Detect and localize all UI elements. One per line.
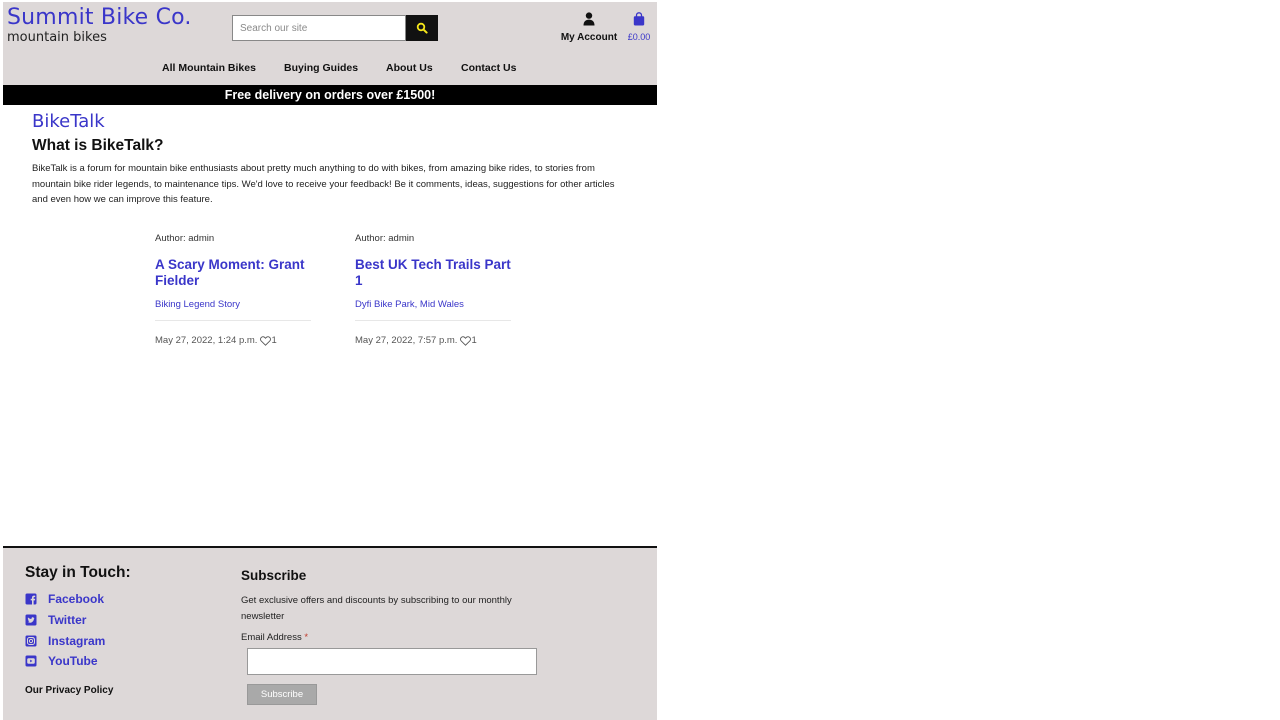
intro-text: BikeTalk is a forum for mountain bike en… <box>32 163 615 205</box>
social-link-facebook[interactable]: Facebook <box>25 589 105 610</box>
post-excerpt[interactable]: Biking Legend Story <box>155 299 311 321</box>
subscribe-heading: Subscribe <box>241 568 307 583</box>
account-link[interactable]: My Account <box>559 12 619 43</box>
social-link-twitter[interactable]: Twitter <box>25 610 105 631</box>
social-label-facebook: Facebook <box>48 592 105 607</box>
post-date: May 27, 2022, 7:57 p.m. <box>355 335 458 346</box>
social-link-youtube[interactable]: YouTube <box>25 651 105 672</box>
post-title[interactable]: Best UK Tech Trails Part 1 <box>355 257 511 289</box>
shopping-bag-link[interactable]: £0.00 <box>624 12 654 42</box>
privacy-policy-link[interactable]: Our Privacy Policy <box>25 685 113 696</box>
youtube-icon <box>25 655 37 667</box>
main-nav: All Mountain Bikes Buying Guides About U… <box>3 62 657 80</box>
email-label-text: Email Address <box>241 632 302 643</box>
social-link-instagram[interactable]: Instagram <box>25 630 105 651</box>
post-excerpt[interactable]: Dyfi Bike Park, Mid Wales <box>355 299 511 321</box>
subscribe-button[interactable]: Subscribe <box>247 684 317 705</box>
like-count: 1 <box>471 335 477 346</box>
brand-title[interactable]: Summit Bike Co. <box>7 5 192 30</box>
site-footer: Stay in Touch: Facebook Twitter Instagra… <box>3 546 657 720</box>
heart-icon <box>460 335 472 346</box>
nav-buying-guides[interactable]: Buying Guides <box>284 62 358 74</box>
social-label-twitter: Twitter <box>48 613 87 628</box>
shopping-bag-icon <box>633 12 645 26</box>
page-title: BikeTalk <box>32 111 105 132</box>
social-links: Facebook Twitter Instagram YouTube <box>25 589 105 672</box>
email-label: Email Address * <box>241 632 308 643</box>
search-bar <box>232 15 438 41</box>
instagram-icon <box>25 635 37 647</box>
post-meta: May 27, 2022, 7:57 p.m. 1 <box>355 335 511 346</box>
bag-total: £0.00 <box>627 32 651 42</box>
social-label-youtube: YouTube <box>48 654 98 669</box>
stay-in-touch-heading: Stay in Touch: <box>25 564 131 581</box>
post-author: Author: admin <box>355 233 415 244</box>
nav-all-mountain-bikes[interactable]: All Mountain Bikes <box>162 62 256 74</box>
delivery-banner: Free delivery on orders over £1500! <box>3 85 657 105</box>
post-meta: May 27, 2022, 1:24 p.m. 1 <box>155 335 311 346</box>
intro-heading: What is BikeTalk? <box>32 137 164 154</box>
main-content: BikeTalk What is BikeTalk? BikeTalk is a… <box>32 111 632 208</box>
user-icon <box>583 12 595 26</box>
search-button[interactable] <box>406 15 438 41</box>
facebook-icon <box>25 593 37 606</box>
required-mark: * <box>304 632 309 643</box>
like-button[interactable]: 1 <box>260 335 277 346</box>
page: Summit Bike Co. mountain bikes My Accoun… <box>3 0 657 720</box>
heart-icon <box>260 335 272 346</box>
post-card: Author: admin A Scary Moment: Grant Fiel… <box>155 233 311 346</box>
account-label: My Account <box>560 32 618 43</box>
post-author: Author: admin <box>155 233 215 244</box>
search-input[interactable] <box>232 15 406 41</box>
like-button[interactable]: 1 <box>460 335 477 346</box>
email-field[interactable] <box>247 648 537 675</box>
social-label-instagram: Instagram <box>48 633 106 648</box>
nav-about-us[interactable]: About Us <box>386 62 433 74</box>
post-card: Author: admin Best UK Tech Trails Part 1… <box>355 233 511 346</box>
nav-contact-us[interactable]: Contact Us <box>461 62 516 74</box>
brand-subtitle: mountain bikes <box>7 30 107 45</box>
search-icon <box>416 22 428 34</box>
site-header: Summit Bike Co. mountain bikes My Accoun… <box>3 0 657 85</box>
like-count: 1 <box>271 335 277 346</box>
post-date: May 27, 2022, 1:24 p.m. <box>155 335 258 346</box>
post-title[interactable]: A Scary Moment: Grant Fielder <box>155 257 311 289</box>
subscribe-text: Get exclusive offers and discounts by su… <box>241 595 512 622</box>
twitter-icon <box>25 614 37 626</box>
